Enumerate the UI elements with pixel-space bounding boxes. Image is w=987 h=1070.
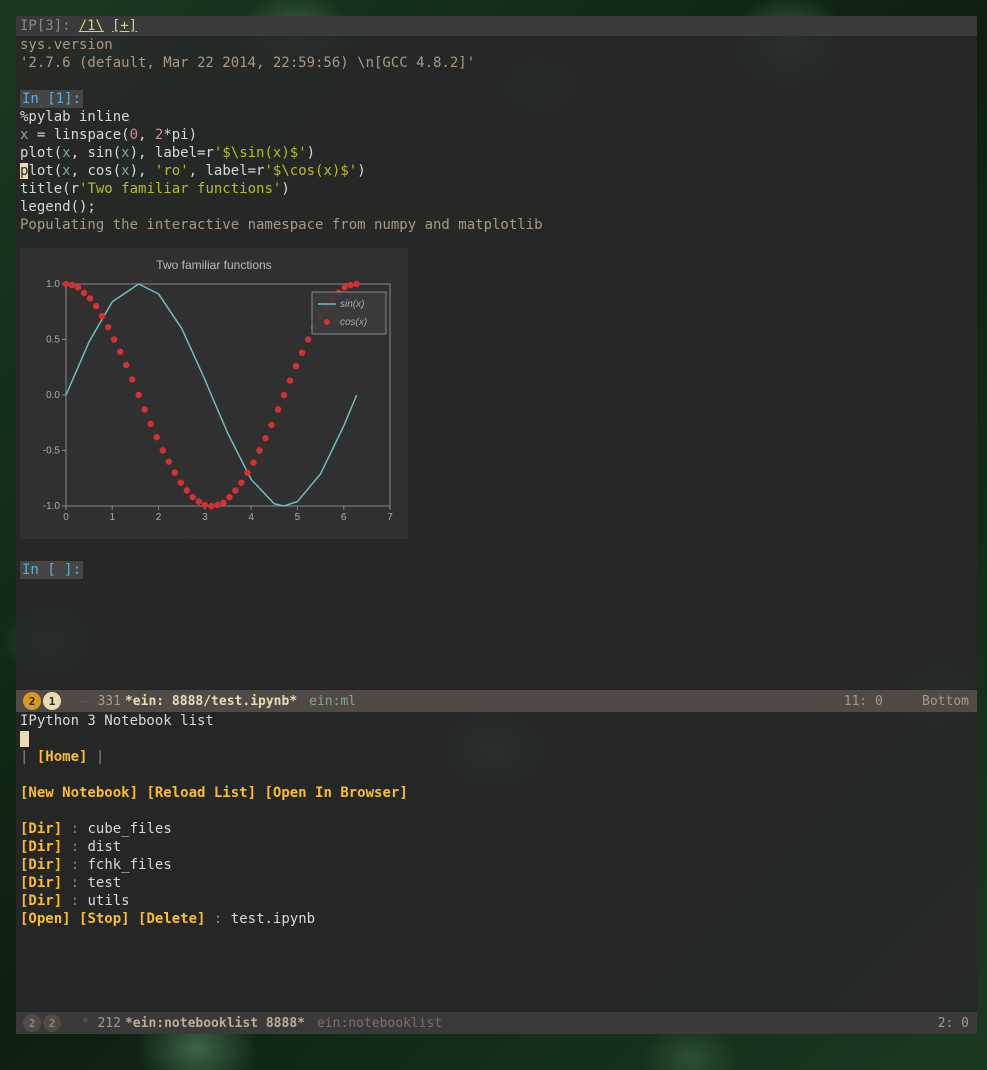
list-item: [Dir] : dist bbox=[20, 838, 973, 856]
modeline-position: 2: 0 bbox=[938, 1016, 977, 1031]
dir-link[interactable]: [Dir] bbox=[20, 857, 62, 873]
modeline-position: 11: 0 Bottom bbox=[844, 694, 977, 709]
svg-text:0.5: 0.5 bbox=[46, 335, 60, 346]
list-item: [Dir] : fchk_files bbox=[20, 856, 973, 874]
open-button[interactable]: [Open] bbox=[20, 911, 71, 927]
emacs-frame: IP[3]: /1\ [+] sys.version '2.7.6 (defau… bbox=[16, 16, 977, 1034]
cell-prompt: In [ ]: bbox=[16, 561, 977, 579]
svg-text:0.0: 0.0 bbox=[46, 390, 60, 401]
svg-text:5: 5 bbox=[295, 512, 301, 523]
dir-name: dist bbox=[87, 839, 121, 855]
blank-line bbox=[16, 72, 977, 90]
notebooklist-title: IPython 3 Notebook list bbox=[20, 712, 973, 730]
code-line[interactable]: legend(); bbox=[16, 198, 977, 216]
svg-text:1.0: 1.0 bbox=[46, 279, 60, 290]
stop-button[interactable]: [Stop] bbox=[79, 911, 130, 927]
cursor bbox=[20, 731, 29, 747]
line-count: 331 bbox=[97, 694, 120, 709]
blank-line bbox=[16, 234, 977, 244]
badge-window-number: 2 bbox=[23, 1014, 41, 1032]
dir-link[interactable]: [Dir] bbox=[20, 839, 62, 855]
major-mode: ein:ml bbox=[309, 694, 356, 709]
output-line: sys.version bbox=[16, 36, 977, 54]
svg-text:6: 6 bbox=[341, 512, 347, 523]
badge-buffer-number: 2 bbox=[43, 1014, 61, 1032]
code-line[interactable]: x = linspace(0, 2*pi) bbox=[16, 126, 977, 144]
dir-name: cube_files bbox=[87, 821, 171, 837]
blank-line bbox=[16, 543, 977, 561]
code-line[interactable]: %pylab inline bbox=[16, 108, 977, 126]
svg-text:cos(x): cos(x) bbox=[340, 317, 367, 328]
notebook-content[interactable]: sys.version '2.7.6 (default, Mar 22 2014… bbox=[16, 36, 977, 690]
empty-cell[interactable] bbox=[16, 579, 977, 597]
badge-buffer-number: 1 bbox=[43, 692, 61, 710]
dir-link[interactable]: [Dir] bbox=[20, 893, 62, 909]
svg-text:0: 0 bbox=[63, 512, 69, 523]
reload-list-button[interactable]: [Reload List] bbox=[146, 785, 256, 801]
output-line: Populating the interactive namespace fro… bbox=[16, 216, 977, 234]
list-item: [Open] [Stop] [Delete] : test.ipynb bbox=[20, 910, 973, 928]
plot-output: Two familiar functions 01234567-1.0-0.50… bbox=[20, 248, 408, 539]
delete-button[interactable]: [Delete] bbox=[138, 911, 205, 927]
modeline-top: 2 1 – 331 *ein: 8888/test.ipynb* ein:ml … bbox=[16, 690, 977, 712]
new-notebook-button[interactable]: [New Notebook] bbox=[20, 785, 138, 801]
tab-new-button[interactable]: [+] bbox=[112, 18, 137, 34]
code-line[interactable]: title(r'Two familiar functions') bbox=[16, 180, 977, 198]
line-count: 212 bbox=[97, 1016, 120, 1031]
home-link[interactable]: [Home] bbox=[37, 749, 88, 765]
tab-current[interactable]: /1\ bbox=[79, 18, 104, 34]
separator-icon: – bbox=[66, 694, 89, 709]
action-row: [New Notebook] [Reload List] [Open In Br… bbox=[20, 784, 973, 802]
notebooklist-content[interactable]: IPython 3 Notebook list | [Home] | [New … bbox=[16, 712, 977, 1012]
list-item: [Dir] : utils bbox=[20, 892, 973, 910]
svg-text:3: 3 bbox=[202, 512, 208, 523]
svg-text:1: 1 bbox=[110, 512, 116, 523]
list-item: [Dir] : test bbox=[20, 874, 973, 892]
svg-text:4: 4 bbox=[248, 512, 254, 523]
notebook-name: test.ipynb bbox=[231, 911, 315, 927]
svg-text:7: 7 bbox=[387, 512, 393, 523]
dir-name: test bbox=[87, 875, 121, 891]
svg-text:2: 2 bbox=[156, 512, 162, 523]
breadcrumb: | [Home] | bbox=[20, 748, 973, 766]
dir-link[interactable]: [Dir] bbox=[20, 821, 62, 837]
dir-name: fchk_files bbox=[87, 857, 171, 873]
svg-text:-0.5: -0.5 bbox=[43, 446, 61, 457]
code-line[interactable]: plot(x, cos(x), 'ro', label=r'$\cos(x)$'… bbox=[16, 162, 977, 180]
notebooklist-pane[interactable]: IPython 3 Notebook list | [Home] | [New … bbox=[16, 712, 977, 1034]
code-line[interactable]: plot(x, sin(x), label=r'$\sin(x)$') bbox=[16, 144, 977, 162]
list-item: [Dir] : cube_files bbox=[20, 820, 973, 838]
dir-link[interactable]: [Dir] bbox=[20, 875, 62, 891]
separator-icon: * bbox=[66, 1016, 89, 1031]
modeline-bottom: 2 2 * 212 *ein:notebooklist 8888* ein:no… bbox=[16, 1012, 977, 1034]
dir-name: utils bbox=[87, 893, 129, 909]
chart-svg: 0 1 2 3 4 5 6 7 -1.0 -0.5 0.0 0.5 1.0 sin(x) cos(x) bbox=[28, 278, 400, 526]
header-prefix: IP[3]: bbox=[20, 18, 71, 34]
notebook-pane[interactable]: IP[3]: /1\ [+] sys.version '2.7.6 (defau… bbox=[16, 16, 977, 690]
open-browser-button[interactable]: [Open In Browser] bbox=[264, 785, 407, 801]
badge-window-number: 2 bbox=[23, 692, 41, 710]
buffer-name: *ein: 8888/test.ipynb* bbox=[125, 694, 297, 709]
svg-text:sin(x): sin(x) bbox=[340, 299, 364, 310]
major-mode: ein:notebooklist bbox=[317, 1016, 442, 1031]
chart-title: Two familiar functions bbox=[28, 256, 400, 274]
buffer-name: *ein:notebooklist 8888* bbox=[125, 1016, 305, 1031]
cell-prompt: In [1]: bbox=[16, 90, 977, 108]
tab-header: IP[3]: /1\ [+] bbox=[16, 16, 977, 36]
output-line: '2.7.6 (default, Mar 22 2014, 22:59:56) … bbox=[16, 54, 977, 72]
svg-text:-1.0: -1.0 bbox=[43, 501, 61, 512]
